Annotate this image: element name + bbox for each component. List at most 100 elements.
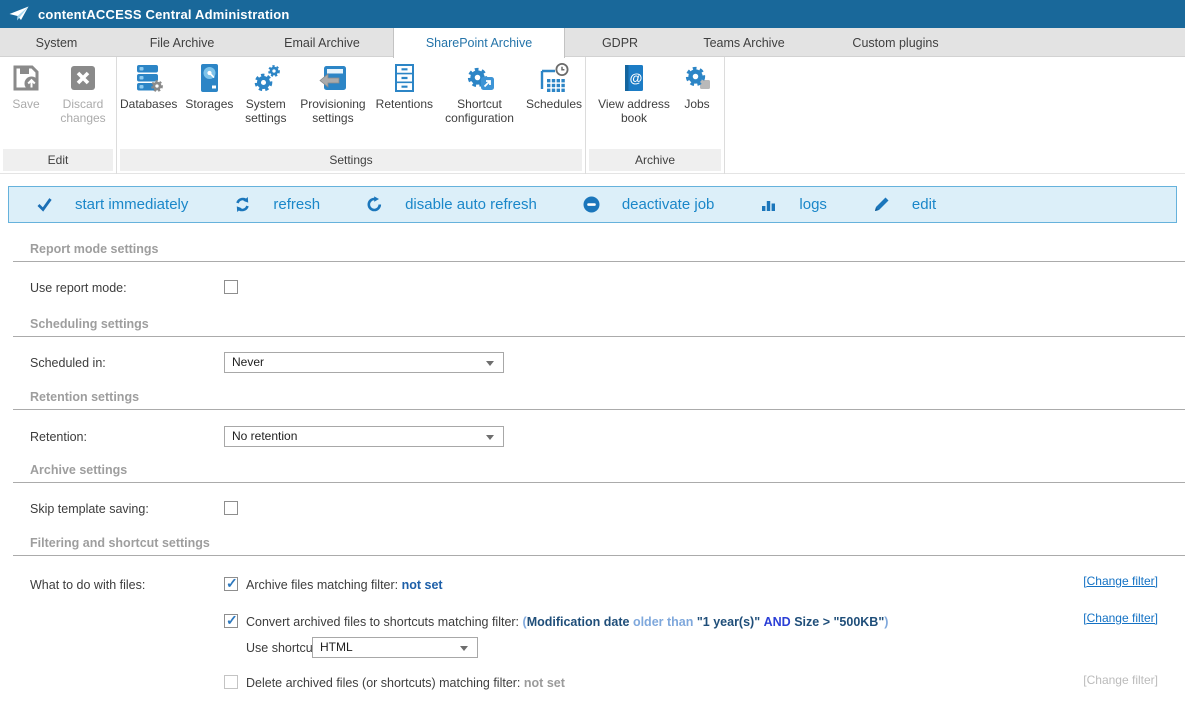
view-address-book-label: View address book [596, 97, 672, 126]
discard-icon [67, 62, 99, 94]
ribbon: Save Discard changes Edit [0, 57, 1185, 174]
what-to-do-with-files-label: What to do with files: [30, 578, 145, 592]
convert-to-shortcuts-checkbox[interactable] [224, 614, 238, 628]
system-settings-icon [250, 62, 282, 94]
use-report-mode-checkbox[interactable] [224, 280, 238, 294]
retentions-icon [388, 62, 420, 94]
main-tab-bar: System File Archive Email Archive ShareP… [0, 28, 1185, 57]
section-archive-settings: Archive settings [30, 463, 127, 477]
tab-file-archive[interactable]: File Archive [113, 28, 251, 57]
storages-icon [193, 62, 225, 94]
filter-field-size: Size > [794, 615, 830, 629]
provisioning-settings-button[interactable]: Provisioning settings [295, 62, 370, 126]
svg-text:@: @ [630, 71, 643, 86]
use-shortcut-dropdown[interactable]: HTML [312, 637, 478, 658]
ribbon-group-label-edit: Edit [3, 149, 113, 171]
scheduled-in-label: Scheduled in: [30, 356, 106, 370]
schedules-icon [538, 62, 570, 94]
storages-button[interactable]: Storages [182, 62, 236, 111]
tab-custom-plugins[interactable]: Custom plugins [813, 28, 978, 57]
archive-files-row: Archive files matching filter: not set [246, 578, 443, 592]
jobs-icon [681, 62, 713, 94]
section-divider [13, 482, 1185, 483]
disable-auto-refresh-button[interactable]: disable auto refresh [366, 196, 537, 213]
provisioning-settings-icon [317, 62, 349, 94]
skip-template-saving-label: Skip template saving: [30, 502, 149, 516]
section-filtering-settings: Filtering and shortcut settings [30, 536, 210, 550]
check-icon [36, 196, 53, 213]
retentions-button[interactable]: Retentions [373, 62, 436, 111]
job-action-bar: start immediately refresh disable auto r… [8, 186, 1177, 223]
retention-dropdown[interactable]: No retention [224, 426, 504, 447]
delete-filter-value: not set [524, 676, 565, 690]
section-divider [13, 336, 1185, 337]
change-filter-link-delete: [Change filter] [1083, 673, 1158, 687]
schedules-button[interactable]: Schedules [523, 62, 585, 111]
section-divider [13, 555, 1185, 556]
storages-label: Storages [185, 97, 233, 111]
jobs-button[interactable]: Jobs [677, 62, 717, 111]
edit-pencil-icon [873, 196, 890, 213]
jobs-label: Jobs [684, 97, 709, 111]
app-title: contentACCESS Central Administration [38, 7, 290, 22]
databases-label: Databases [120, 97, 177, 111]
save-button[interactable]: Save [2, 62, 50, 111]
refresh-button[interactable]: refresh [234, 196, 320, 213]
ribbon-group-label-settings: Settings [120, 149, 582, 171]
tab-teams-archive[interactable]: Teams Archive [675, 28, 813, 57]
filter-value-500kb: "500KB" [833, 615, 884, 629]
ribbon-group-label-archive: Archive [589, 149, 721, 171]
section-divider [13, 261, 1185, 262]
change-filter-link-convert[interactable]: [Change filter] [1083, 611, 1158, 625]
use-shortcut-label: Use shortcut [246, 641, 316, 655]
filter-op-older-than: older than [633, 615, 693, 629]
databases-button[interactable]: Databases [117, 62, 180, 111]
archive-filter-value: not set [402, 578, 443, 592]
archive-files-checkbox[interactable] [224, 577, 238, 591]
tab-sharepoint-archive[interactable]: SharePoint Archive [393, 28, 565, 58]
auto-refresh-icon [366, 196, 383, 213]
shortcut-configuration-button[interactable]: Shortcut configuration [438, 62, 521, 126]
tab-system[interactable]: System [0, 28, 113, 57]
use-report-mode-label: Use report mode: [30, 281, 127, 295]
filter-op-and: AND [764, 615, 791, 629]
skip-template-saving-checkbox[interactable] [224, 501, 238, 515]
shortcut-configuration-label: Shortcut configuration [441, 97, 518, 126]
deactivate-job-button[interactable]: deactivate job [583, 196, 715, 213]
delete-archived-files-checkbox[interactable] [224, 675, 238, 689]
app-header: contentACCESS Central Administration [0, 0, 1185, 28]
change-filter-link-archive[interactable]: [Change filter] [1083, 574, 1158, 588]
ribbon-group-edit: Save Discard changes Edit [0, 57, 117, 174]
shortcut-configuration-icon [464, 62, 496, 94]
schedules-label: Schedules [526, 97, 582, 111]
delete-archived-files-row: Delete archived files (or shortcuts) mat… [246, 676, 565, 690]
edit-button[interactable]: edit [873, 196, 936, 213]
scheduled-in-dropdown[interactable]: Never [224, 352, 504, 373]
save-label: Save [12, 97, 39, 111]
start-immediately-button[interactable]: start immediately [36, 196, 188, 213]
view-address-book-button[interactable]: @ View address book [593, 62, 675, 126]
contentaccess-admin-window: contentACCESS Central Administration Sys… [0, 0, 1185, 713]
section-report-mode-settings: Report mode settings [30, 242, 159, 256]
section-divider [13, 409, 1185, 410]
section-retention-settings: Retention settings [30, 390, 139, 404]
retentions-label: Retentions [376, 97, 433, 111]
address-book-icon: @ [618, 62, 650, 94]
filter-paren-close: ) [884, 615, 888, 629]
refresh-icon [234, 196, 251, 213]
ribbon-group-settings: Databases Storages [117, 57, 586, 174]
tab-email-archive[interactable]: Email Archive [251, 28, 393, 57]
system-settings-button[interactable]: System settings [238, 62, 293, 126]
discard-changes-label: Discard changes [55, 97, 111, 126]
filter-value-1-year: "1 year(s)" [697, 615, 760, 629]
contentaccess-logo-icon [9, 6, 29, 23]
discard-changes-button[interactable]: Discard changes [52, 62, 114, 126]
provisioning-settings-label: Provisioning settings [298, 97, 367, 126]
system-settings-label: System settings [241, 97, 290, 126]
logs-button[interactable]: logs [760, 196, 827, 213]
databases-icon [133, 62, 165, 94]
tab-gdpr[interactable]: GDPR [565, 28, 675, 57]
save-icon [10, 62, 42, 94]
section-scheduling-settings: Scheduling settings [30, 317, 149, 331]
deactivate-icon [583, 196, 600, 213]
